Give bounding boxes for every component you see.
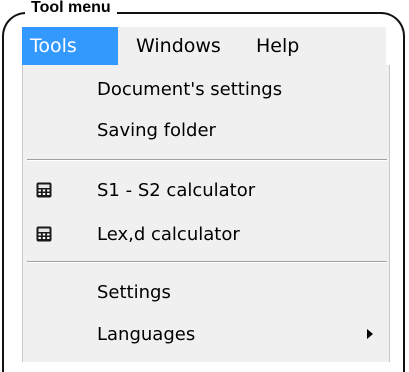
menu-item-languages[interactable]: Languages bbox=[23, 314, 389, 354]
menu-item-label: Lex,d calculator bbox=[97, 223, 240, 245]
menu-item-label: Settings bbox=[97, 281, 171, 303]
menu-tools[interactable]: Tools bbox=[22, 27, 118, 65]
menu-separator bbox=[27, 261, 387, 263]
submenu-arrow-icon bbox=[367, 329, 373, 339]
calculator-icon bbox=[36, 182, 52, 198]
menu-item-lexd-calculator[interactable]: Lex,d calculator bbox=[23, 214, 389, 254]
menu-item-label: Document's settings bbox=[97, 78, 283, 100]
menu-windows[interactable]: Windows bbox=[118, 27, 236, 65]
menu-item-settings[interactable]: Settings bbox=[23, 272, 389, 312]
menu-item-documents-settings[interactable]: Document's settings bbox=[23, 69, 389, 109]
menu-help[interactable]: Help bbox=[236, 27, 356, 65]
menu-item-saving-folder[interactable]: Saving folder bbox=[23, 110, 389, 150]
menu-item-label: Languages bbox=[97, 323, 196, 345]
menu-item-label: S1 - S2 calculator bbox=[97, 179, 256, 201]
menu-item-s1-s2-calculator[interactable]: S1 - S2 calculator bbox=[23, 170, 389, 210]
groupbox-title: Tool menu bbox=[25, 0, 117, 18]
tools-dropdown: Document's settings Saving folder S1 - S… bbox=[22, 65, 390, 362]
menu-separator bbox=[27, 159, 387, 161]
menu-bar: Tools Windows Help bbox=[22, 27, 386, 65]
menu-item-label: Saving folder bbox=[97, 119, 216, 141]
calculator-icon bbox=[36, 226, 52, 242]
